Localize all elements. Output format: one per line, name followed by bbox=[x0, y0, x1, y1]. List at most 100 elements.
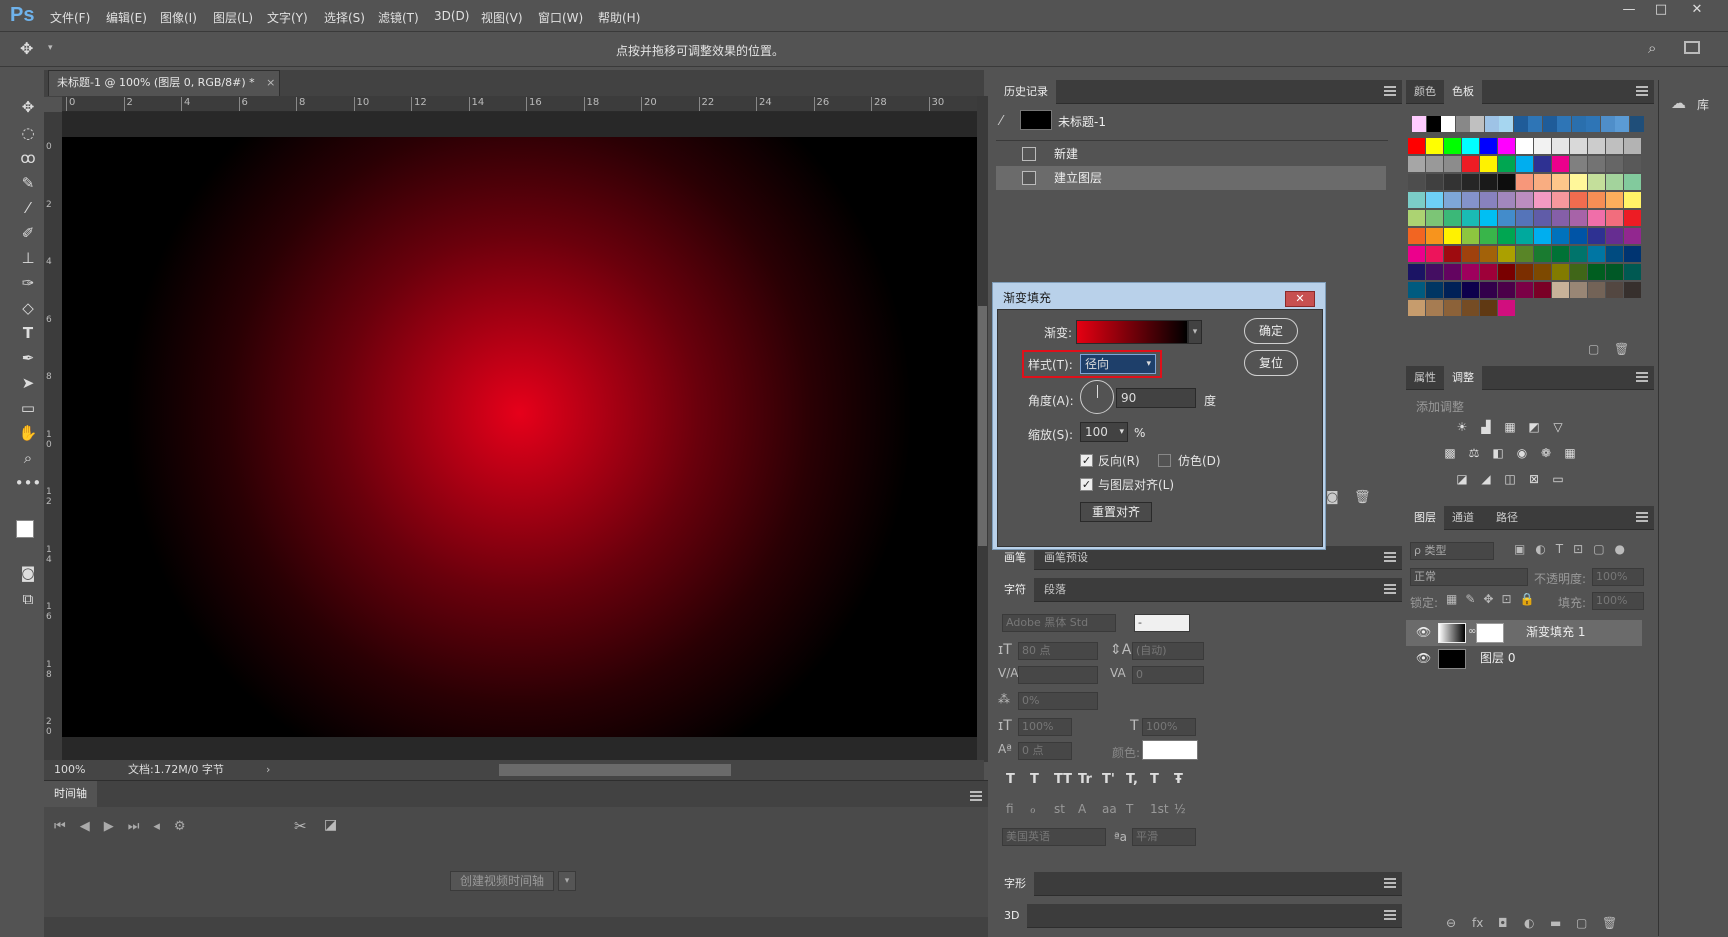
adjustment-icon[interactable]: ▽ bbox=[1550, 420, 1566, 434]
baseline-field[interactable]: 0 点 bbox=[1018, 742, 1072, 760]
swatch[interactable] bbox=[1426, 282, 1443, 298]
brush-tool-icon[interactable]: ✐ bbox=[14, 222, 42, 244]
tab-character[interactable]: 字符 bbox=[996, 578, 1034, 602]
opacity-field[interactable]: 100% bbox=[1592, 568, 1644, 586]
swatch[interactable] bbox=[1498, 156, 1515, 172]
swatch[interactable] bbox=[1480, 210, 1497, 226]
adjustment-icon[interactable]: ▭ bbox=[1550, 472, 1566, 486]
angle-field[interactable]: 90 bbox=[1116, 388, 1196, 408]
hand-tool-icon[interactable]: ✋ bbox=[14, 422, 42, 444]
eyedropper-tool-icon[interactable]: ⁄ bbox=[14, 197, 42, 219]
tab-history[interactable]: 历史记录 bbox=[996, 80, 1056, 104]
swatch[interactable] bbox=[1516, 138, 1533, 154]
close-tab-icon[interactable]: × bbox=[266, 76, 275, 89]
anti-alias-select[interactable]: 平滑 bbox=[1132, 828, 1196, 846]
document-canvas[interactable] bbox=[62, 137, 977, 737]
adjustment-icon[interactable]: ◢ bbox=[1478, 472, 1494, 486]
swatch[interactable] bbox=[1516, 156, 1533, 172]
move-tool-icon[interactable]: ✥ bbox=[20, 39, 46, 61]
adjustment-icon[interactable]: ⊠ bbox=[1526, 472, 1542, 486]
history-item[interactable]: 新建 bbox=[996, 142, 1386, 166]
swatch[interactable] bbox=[1606, 228, 1623, 244]
swatch[interactable] bbox=[1408, 246, 1425, 262]
swatch[interactable] bbox=[1462, 174, 1479, 190]
type-style-button[interactable]: T' bbox=[1102, 772, 1115, 787]
swatch[interactable] bbox=[1499, 116, 1513, 132]
swatch[interactable] bbox=[1444, 192, 1461, 208]
tab-swatches[interactable]: 色板 bbox=[1444, 80, 1482, 104]
horizontal-scale-field[interactable]: 100% bbox=[1142, 718, 1196, 736]
swatch[interactable] bbox=[1557, 116, 1571, 132]
swatch[interactable] bbox=[1534, 210, 1551, 226]
swatch[interactable] bbox=[1462, 246, 1479, 262]
adjustment-icon[interactable]: ▩ bbox=[1442, 446, 1458, 460]
swatch[interactable] bbox=[1408, 264, 1425, 280]
tsume-field[interactable]: 0% bbox=[1018, 692, 1098, 710]
adjustment-icon[interactable]: ⚖ bbox=[1466, 446, 1482, 460]
tracking-field[interactable]: 0 bbox=[1132, 666, 1204, 684]
swatch[interactable] bbox=[1534, 174, 1551, 190]
swatch[interactable] bbox=[1462, 192, 1479, 208]
move-tool-icon[interactable]: ✥ bbox=[14, 96, 42, 118]
swatch[interactable] bbox=[1606, 138, 1623, 154]
swatch[interactable] bbox=[1570, 138, 1587, 154]
swatch[interactable] bbox=[1408, 210, 1425, 226]
opentype-button[interactable]: 1st bbox=[1150, 802, 1169, 816]
path-select-tool-icon[interactable]: ➤ bbox=[14, 372, 42, 394]
vertical-scale-field[interactable]: 100% bbox=[1018, 718, 1072, 736]
opentype-button[interactable]: T bbox=[1126, 802, 1133, 816]
swatch[interactable] bbox=[1455, 116, 1470, 132]
swatch[interactable] bbox=[1408, 300, 1425, 316]
swatch[interactable] bbox=[1552, 228, 1569, 244]
swatch[interactable] bbox=[1624, 264, 1641, 280]
quick-select-tool-icon[interactable]: ✎ bbox=[14, 172, 42, 194]
swatch[interactable] bbox=[1624, 246, 1641, 262]
swatch[interactable] bbox=[1426, 264, 1443, 280]
leading-field[interactable]: (自动) bbox=[1132, 642, 1204, 660]
create-video-timeline-button[interactable]: 创建视频时间轴 bbox=[450, 871, 554, 891]
align-checkbox[interactable]: ✓ bbox=[1080, 478, 1093, 491]
adjustments-menu-icon[interactable] bbox=[1636, 372, 1648, 382]
swatch[interactable] bbox=[1534, 156, 1551, 172]
marquee-tool-icon[interactable]: ◌ bbox=[14, 122, 42, 144]
swatch[interactable] bbox=[1588, 282, 1605, 298]
blend-mode-select[interactable]: 正常 bbox=[1410, 568, 1528, 586]
swatch[interactable] bbox=[1624, 138, 1641, 154]
library-label[interactable]: 库 bbox=[1697, 96, 1709, 113]
swatch[interactable] bbox=[1498, 264, 1515, 280]
quick-mask-icon[interactable]: ◙ bbox=[14, 562, 42, 584]
menu-item[interactable]: 视图(V) bbox=[481, 9, 523, 26]
swatch[interactable] bbox=[1462, 300, 1479, 316]
swatch[interactable] bbox=[1516, 210, 1533, 226]
layers-footer-button[interactable]: fx bbox=[1472, 916, 1483, 930]
dither-checkbox[interactable] bbox=[1158, 454, 1171, 467]
type-style-button[interactable]: Ŧ bbox=[1174, 772, 1183, 787]
angle-dial[interactable] bbox=[1080, 380, 1114, 414]
swatch[interactable] bbox=[1444, 264, 1461, 280]
character-menu-icon[interactable] bbox=[1384, 584, 1396, 594]
swatch[interactable] bbox=[1462, 228, 1479, 244]
swatch[interactable] bbox=[1624, 192, 1641, 208]
swatch[interactable] bbox=[1408, 156, 1425, 172]
swatch[interactable] bbox=[1570, 210, 1587, 226]
reverse-checkbox[interactable]: ✓ bbox=[1080, 454, 1093, 467]
swatch[interactable] bbox=[1552, 264, 1569, 280]
swatch[interactable] bbox=[1534, 264, 1551, 280]
swatch[interactable] bbox=[1552, 282, 1569, 298]
swatch[interactable] bbox=[1426, 210, 1443, 226]
menu-item[interactable]: 选择(S) bbox=[324, 9, 365, 26]
scale-field[interactable]: 100 ▾ bbox=[1080, 422, 1128, 442]
swatch[interactable] bbox=[1408, 282, 1425, 298]
text-color-swatch[interactable] bbox=[1142, 740, 1198, 760]
swatch[interactable] bbox=[1444, 282, 1461, 298]
fill-field[interactable]: 100% bbox=[1592, 592, 1644, 610]
zoom-tool-icon[interactable]: ⌕ bbox=[14, 447, 42, 469]
swatch[interactable] bbox=[1588, 264, 1605, 280]
pen-tool-icon[interactable]: ✒ bbox=[14, 347, 42, 369]
swatch[interactable] bbox=[1534, 228, 1551, 244]
swatch[interactable] bbox=[1528, 116, 1542, 132]
minimize-button[interactable]: — bbox=[1614, 2, 1644, 22]
type-style-button[interactable]: TT bbox=[1054, 772, 1072, 787]
layers-footer-button[interactable]: ◐ bbox=[1524, 916, 1534, 930]
swatch[interactable] bbox=[1570, 228, 1587, 244]
